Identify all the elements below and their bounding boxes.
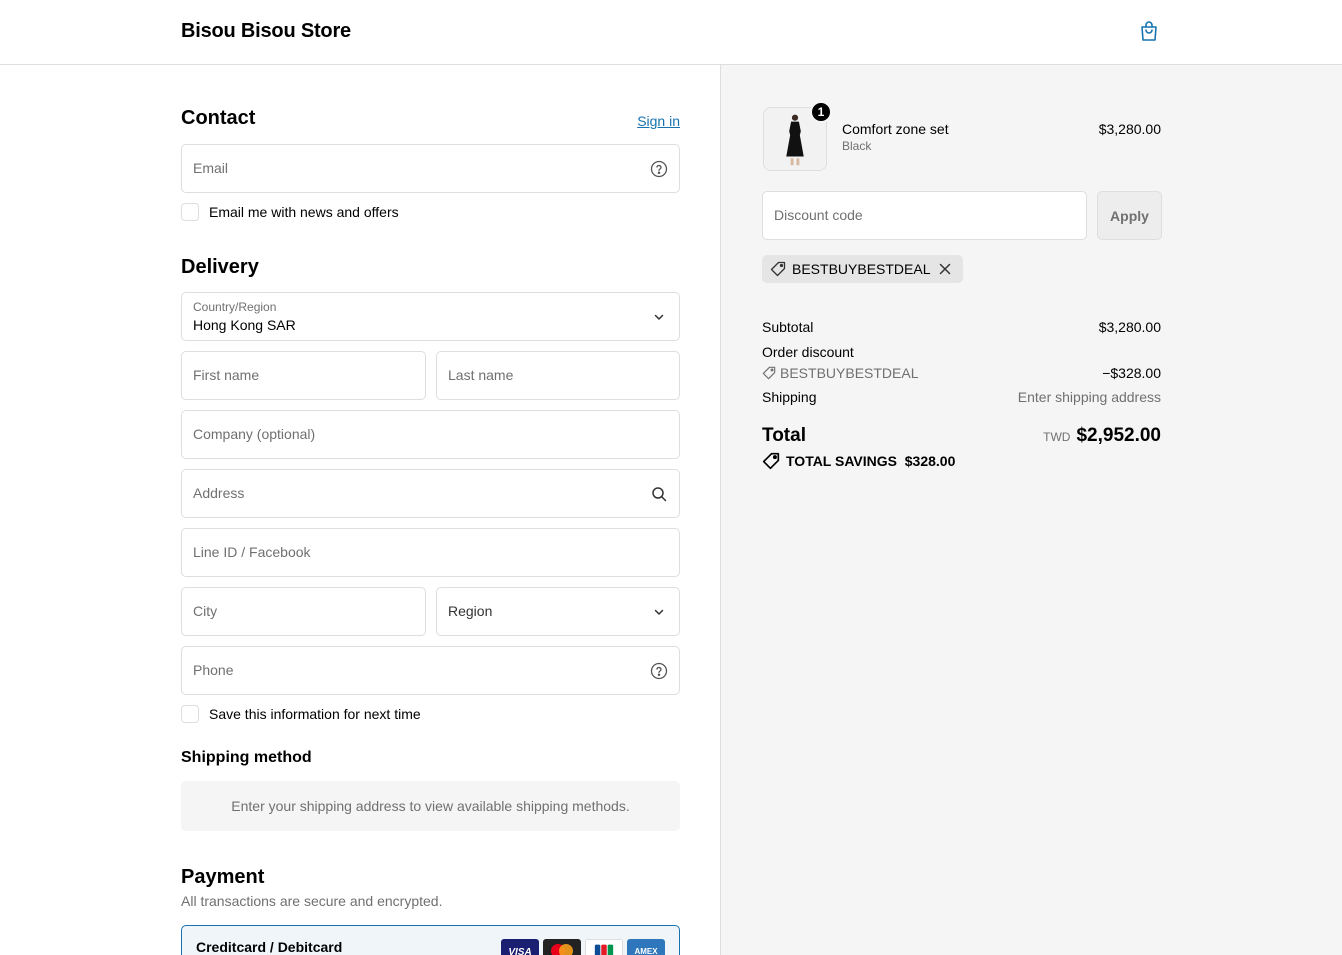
jcb-icon <box>585 939 623 955</box>
tag-icon <box>762 452 780 470</box>
chevron-down-icon <box>654 314 664 320</box>
sign-in-link[interactable]: Sign in <box>637 113 680 129</box>
amex-icon: AMEX <box>627 939 665 955</box>
save-info-label: Save this information for next time <box>209 706 421 722</box>
news-checkbox[interactable]: Email me with news and offers <box>181 203 399 221</box>
line-id-field[interactable]: Line ID / Facebook <box>181 528 680 577</box>
product-variant: Black <box>842 139 872 153</box>
first-name-field[interactable]: First name <box>181 351 426 400</box>
applied-discount-chip: BESTBUYBESTDEAL <box>762 255 963 283</box>
address-placeholder: Address <box>193 485 245 501</box>
line-id-placeholder: Line ID / Facebook <box>193 544 311 560</box>
discount-code-placeholder: Discount code <box>774 207 863 223</box>
chevron-down-icon <box>654 609 664 615</box>
shipping-method-note: Enter your shipping address to view avai… <box>181 781 680 831</box>
total-label: Total <box>762 425 806 446</box>
region-placeholder: Region <box>448 603 493 619</box>
product-price: $3,280.00 <box>1098 121 1161 137</box>
quantity-badge: 1 <box>810 101 832 123</box>
email-placeholder: Email <box>193 160 229 176</box>
total-amount: TWD $2,952.00 <box>1043 425 1161 447</box>
first-name-placeholder: First name <box>193 367 260 383</box>
payment-subtitle: All transactions are secure and encrypte… <box>181 893 443 909</box>
delivery-heading: Delivery <box>181 256 259 278</box>
discount-code-row: BESTBUYBESTDEAL <box>762 365 919 381</box>
shipping-value: Enter shipping address <box>1017 389 1161 405</box>
country-select[interactable]: Country/Region Hong Kong SAR <box>181 292 680 341</box>
contact-heading: Contact <box>181 107 256 129</box>
svg-text:VISA: VISA <box>508 947 531 955</box>
svg-text:AMEX: AMEX <box>634 947 658 955</box>
payment-heading: Payment <box>181 866 265 888</box>
visa-icon: VISA <box>501 939 539 955</box>
checkout-form: Contact Sign in Email Email me with news… <box>0 65 720 955</box>
shipping-method-heading: Shipping method <box>181 749 312 766</box>
discount-amount: −$328.00 <box>1102 365 1161 381</box>
apply-button[interactable]: Apply <box>1097 191 1162 240</box>
mastercard-icon <box>543 939 581 955</box>
company-field[interactable]: Company (optional) <box>181 410 680 459</box>
region-select[interactable]: Region <box>436 587 680 636</box>
currency-code: TWD <box>1043 430 1071 444</box>
news-checkbox-box[interactable] <box>181 203 199 221</box>
total-savings-text: TOTAL SAVINGS $328.00 <box>786 453 956 469</box>
shipping-label: Shipping <box>762 389 817 405</box>
help-icon[interactable] <box>650 662 668 680</box>
total-savings: TOTAL SAVINGS $328.00 <box>762 452 955 470</box>
last-name-placeholder: Last name <box>448 367 514 383</box>
help-icon[interactable] <box>650 160 668 178</box>
save-info-checkbox-box[interactable] <box>181 705 199 723</box>
address-field[interactable]: Address <box>181 469 680 518</box>
phone-placeholder: Phone <box>193 662 234 678</box>
discount-code-input[interactable]: Discount code <box>762 191 1087 240</box>
payment-method-creditcard[interactable]: Creditcard / Debitcard VISA AMEX <box>181 925 680 955</box>
country-label: Country/Region <box>193 300 277 314</box>
order-summary: 1 Comfort zone set Black $3,280.00 Disco… <box>720 65 1342 955</box>
email-field[interactable]: Email <box>181 144 680 193</box>
company-placeholder: Company (optional) <box>193 426 316 442</box>
product-name: Comfort zone set <box>842 121 949 137</box>
subtotal-label: Subtotal <box>762 319 814 335</box>
header: Bisou Bisou Store <box>0 0 1342 65</box>
tag-icon <box>770 261 786 277</box>
store-name[interactable]: Bisou Bisou Store <box>181 20 351 43</box>
country-value: Hong Kong SAR <box>193 317 296 333</box>
last-name-field[interactable]: Last name <box>436 351 680 400</box>
order-discount-label: Order discount <box>762 344 854 360</box>
close-icon[interactable] <box>937 261 953 277</box>
phone-field[interactable]: Phone <box>181 646 680 695</box>
news-checkbox-label: Email me with news and offers <box>209 204 399 220</box>
applied-code-label: BESTBUYBESTDEAL <box>792 261 931 277</box>
city-placeholder: City <box>193 603 218 619</box>
shopping-bag-icon[interactable] <box>1137 19 1161 43</box>
save-info-checkbox[interactable]: Save this information for next time <box>181 705 421 723</box>
subtotal-value: $3,280.00 <box>1098 319 1161 335</box>
payment-method-label: Creditcard / Debitcard <box>196 939 343 955</box>
total-value: $2,952.00 <box>1076 425 1161 446</box>
tag-icon <box>762 366 776 380</box>
search-icon <box>652 487 667 502</box>
city-field[interactable]: City <box>181 587 426 636</box>
discount-code-text: BESTBUYBESTDEAL <box>780 365 919 381</box>
